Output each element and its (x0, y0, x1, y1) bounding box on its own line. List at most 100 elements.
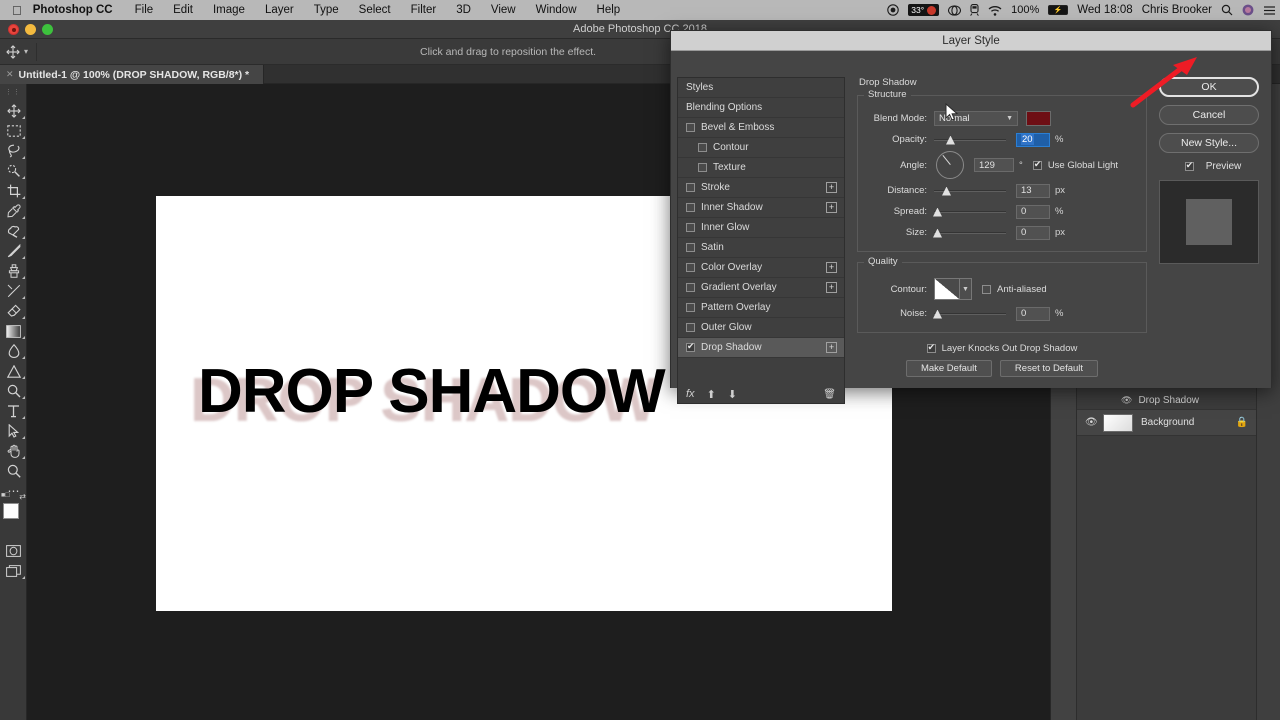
add-effect-plus-icon[interactable]: + (826, 342, 837, 353)
noise-input[interactable]: 0 (1016, 307, 1050, 321)
menu-select[interactable]: Select (349, 4, 401, 16)
distance-slider[interactable] (934, 184, 1006, 198)
spotlight-search-icon[interactable] (1221, 4, 1233, 16)
size-input[interactable]: 0 (1016, 226, 1050, 240)
add-effect-plus-icon[interactable]: + (826, 182, 837, 193)
style-item-bevel-emboss[interactable]: Bevel & Emboss (678, 118, 844, 138)
clone-stamp-tool-icon[interactable] (0, 261, 27, 281)
notification-center-icon[interactable] (1263, 5, 1276, 16)
reset-to-default-button[interactable]: Reset to Default (1000, 360, 1098, 377)
size-slider[interactable] (934, 226, 1006, 240)
checkbox-icon[interactable] (686, 223, 695, 232)
hand-tool-icon[interactable] (0, 441, 27, 461)
apple-icon[interactable]:  (0, 4, 33, 17)
spot-healing-brush-tool-icon[interactable] (0, 221, 27, 241)
checkbox-icon[interactable] (686, 323, 695, 332)
opacity-input[interactable]: 20 (1016, 133, 1050, 147)
angle-dial[interactable] (936, 151, 964, 179)
ok-button[interactable]: OK (1159, 77, 1259, 97)
tool-preset-chevron-down-icon[interactable]: ▾ (24, 47, 28, 56)
add-effect-plus-icon[interactable]: + (826, 262, 837, 273)
angle-input[interactable]: 129 (974, 158, 1014, 172)
checkbox-icon[interactable] (686, 243, 695, 252)
style-item-pattern-overlay[interactable]: Pattern Overlay (678, 298, 844, 318)
move-up-icon[interactable]: ⬆ (707, 388, 716, 401)
eyedropper-tool-icon[interactable] (0, 201, 27, 221)
use-global-light-checkbox[interactable]: Use Global Light (1033, 160, 1118, 171)
quick-mask-icon[interactable] (0, 541, 27, 561)
zoom-tool-icon[interactable] (0, 461, 27, 481)
add-effect-plus-icon[interactable]: + (826, 282, 837, 293)
record-icon[interactable] (887, 4, 899, 16)
menu-layer[interactable]: Layer (255, 4, 304, 16)
shadow-color-swatch[interactable] (1026, 111, 1051, 126)
close-tab-icon[interactable]: ✕ (6, 69, 14, 80)
eraser-tool-icon[interactable] (0, 301, 27, 321)
checkbox-icon[interactable] (686, 123, 695, 132)
default-colors-icon[interactable]: ■□ (1, 492, 9, 499)
checkbox-icon[interactable] (686, 183, 695, 192)
clock[interactable]: Wed 18:08 (1077, 4, 1132, 16)
path-selection-tool-icon[interactable] (0, 421, 27, 441)
battery-charging-icon[interactable]: ⚡ (1048, 5, 1068, 15)
opacity-slider[interactable] (934, 133, 1006, 147)
history-brush-tool-icon[interactable] (0, 281, 27, 301)
style-item-blending-options[interactable]: Blending Options (678, 98, 844, 118)
menu-type[interactable]: Type (304, 4, 349, 16)
creative-cloud-icon[interactable] (948, 5, 961, 16)
gradient-tool-icon[interactable] (0, 321, 27, 341)
foreground-color-swatch[interactable] (3, 503, 19, 519)
menu-app-name[interactable]: Photoshop CC (33, 4, 125, 16)
add-effect-plus-icon[interactable]: + (826, 202, 837, 213)
checkbox-icon[interactable] (686, 263, 695, 272)
noise-slider[interactable] (934, 307, 1006, 321)
move-down-icon[interactable]: ⬇ (728, 388, 737, 401)
menu-3d[interactable]: 3D (446, 4, 481, 16)
type-tool-icon[interactable] (0, 401, 27, 421)
wifi-icon[interactable] (988, 5, 1002, 16)
style-item-color-overlay[interactable]: Color Overlay+ (678, 258, 844, 278)
checkbox-icon[interactable] (686, 283, 695, 292)
checkbox-icon[interactable] (686, 343, 695, 352)
siri-icon[interactable] (1242, 4, 1254, 16)
checkbox-icon[interactable] (686, 203, 695, 212)
pen-tool-icon[interactable] (0, 381, 27, 401)
style-item-satin[interactable]: Satin (678, 238, 844, 258)
contour-chevron-down-icon[interactable]: ▼ (960, 278, 972, 300)
brush-tool-icon[interactable] (0, 241, 27, 261)
cancel-button[interactable]: Cancel (1159, 105, 1259, 125)
rectangular-marquee-tool-icon[interactable] (0, 121, 27, 141)
distance-input[interactable]: 13 (1016, 184, 1050, 198)
canvas-text-layer[interactable]: DROP SHADOW (198, 356, 665, 427)
blur-tool-icon[interactable] (0, 341, 27, 361)
make-default-button[interactable]: Make Default (906, 360, 992, 377)
style-item-inner-shadow[interactable]: Inner Shadow+ (678, 198, 844, 218)
menu-image[interactable]: Image (203, 4, 255, 16)
lock-icon[interactable]: 🔒 (1236, 417, 1256, 428)
user-name[interactable]: Chris Brooker (1142, 4, 1212, 16)
quick-selection-tool-icon[interactable] (0, 161, 27, 181)
menu-edit[interactable]: Edit (163, 4, 203, 16)
menu-file[interactable]: File (125, 4, 164, 16)
anti-aliased-checkbox[interactable]: Anti-aliased (982, 284, 1047, 295)
table-row[interactable]: 👁 Background 🔒 (1077, 410, 1256, 436)
checkbox-icon[interactable] (698, 143, 707, 152)
toolbar-grip[interactable]: ⋮⋮ (0, 88, 26, 96)
menu-view[interactable]: View (481, 4, 526, 16)
style-item-texture[interactable]: Texture (678, 158, 844, 178)
layer-thumbnail[interactable] (1103, 414, 1133, 432)
screen-mode-icon[interactable] (0, 561, 27, 581)
spread-input[interactable]: 0 (1016, 205, 1050, 219)
lasso-tool-icon[interactable] (0, 141, 27, 161)
delete-effect-icon[interactable]: 🗑 (823, 389, 836, 400)
preview-checkbox[interactable]: Preview (1159, 161, 1267, 172)
move-tool-icon[interactable] (0, 39, 26, 65)
document-tab[interactable]: ✕ Untitled-1 @ 100% (DROP SHADOW, RGB/8*… (0, 65, 264, 84)
transit-icon[interactable] (970, 4, 979, 16)
menu-window[interactable]: Window (526, 4, 587, 16)
style-item-stroke[interactable]: Stroke+ (678, 178, 844, 198)
style-item-styles[interactable]: Styles (678, 78, 844, 98)
checkbox-icon[interactable] (686, 303, 695, 312)
new-style-button[interactable]: New Style... (1159, 133, 1259, 153)
style-item-contour[interactable]: Contour (678, 138, 844, 158)
